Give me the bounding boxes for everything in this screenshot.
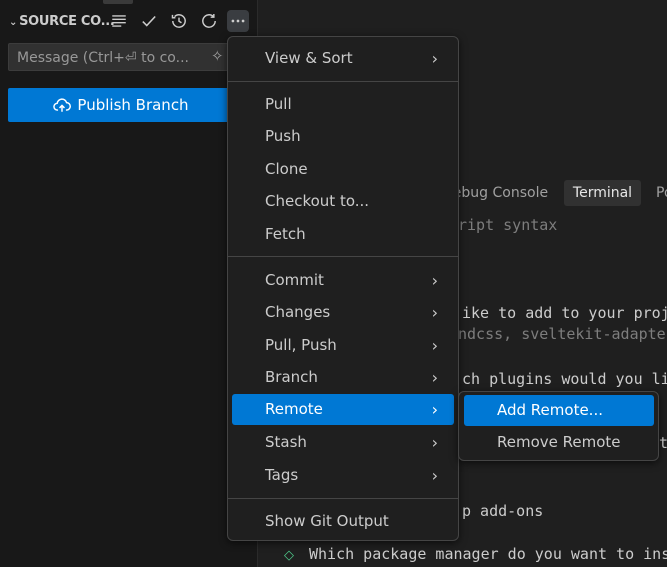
- menu-item-clone[interactable]: Clone: [232, 154, 454, 185]
- menu-item-remote[interactable]: Remote ›: [232, 394, 454, 425]
- remote-submenu: Add Remote... Remove Remote: [458, 391, 659, 461]
- menu-separator: [228, 81, 458, 82]
- menu-item-show-git-output[interactable]: Show Git Output: [232, 506, 454, 537]
- publish-branch-label: Publish Branch: [77, 96, 189, 114]
- diamond-icon: ◇: [284, 548, 294, 563]
- menu-item-pull-push[interactable]: Pull, Push ›: [232, 330, 454, 361]
- menu-item-stash[interactable]: Stash ›: [232, 427, 454, 458]
- submenu-item-label: Add Remote...: [497, 401, 603, 419]
- chevron-right-icon: ›: [431, 271, 438, 290]
- menu-item-pull[interactable]: Pull: [232, 89, 454, 120]
- check-icon[interactable]: [138, 10, 160, 32]
- menu-item-checkout[interactable]: Checkout to...: [232, 186, 454, 217]
- menu-item-label: Fetch: [265, 225, 306, 243]
- terminal-line: p add-ons: [462, 502, 544, 520]
- terminal-line: ript syntax: [458, 216, 558, 234]
- menu-item-label: View & Sort: [265, 49, 353, 67]
- list-icon[interactable]: [108, 10, 130, 32]
- more-actions-menu: View & Sort › Pull Push Clone Checkout t…: [227, 36, 459, 541]
- chevron-right-icon: ›: [431, 336, 438, 355]
- terminal-line: ike to add to your proje: [462, 304, 667, 322]
- menu-item-label: Pull, Push: [265, 336, 337, 354]
- menu-item-commit[interactable]: Commit ›: [232, 265, 454, 296]
- menu-item-label: Tags: [265, 466, 299, 484]
- menu-item-label: Commit: [265, 271, 324, 289]
- menu-item-label: Changes: [265, 303, 331, 321]
- menu-item-tags[interactable]: Tags ›: [232, 460, 454, 491]
- menu-item-label: Clone: [265, 160, 308, 178]
- commit-message-input[interactable]: Message (Ctrl+⏎ to co...: [8, 43, 234, 71]
- submenu-item-add-remote[interactable]: Add Remote...: [464, 395, 654, 426]
- submenu-item-label: Remove Remote: [497, 433, 621, 451]
- sparkle-icon[interactable]: ✧: [211, 47, 224, 65]
- refresh-icon[interactable]: [198, 10, 220, 32]
- chevron-right-icon: ›: [431, 49, 438, 68]
- source-control-sidebar: ⌄ SOURCE CO... Message (Ctrl+⏎ to co... ✧…: [0, 0, 258, 567]
- source-control-title-text: SOURCE CO...: [19, 14, 115, 29]
- menu-item-label: Remote: [265, 400, 323, 418]
- menu-item-label: Checkout to...: [265, 192, 370, 210]
- menu-item-changes[interactable]: Changes ›: [232, 297, 454, 328]
- menu-item-fetch[interactable]: Fetch: [232, 219, 454, 250]
- terminal-line: ndcss, sveltekit-adapter: [458, 325, 667, 343]
- chevron-down-icon: ⌄: [9, 17, 18, 28]
- tab-ports[interactable]: Po: [656, 180, 667, 206]
- terminal-line: Which package manager do you want to ins: [309, 545, 667, 563]
- menu-item-branch[interactable]: Branch ›: [232, 362, 454, 393]
- terminal-line: t: [659, 434, 667, 452]
- chevron-right-icon: ›: [431, 303, 438, 322]
- chevron-right-icon: ›: [431, 368, 438, 387]
- menu-separator: [228, 256, 458, 257]
- commit-message-placeholder: Message (Ctrl+⏎ to co...: [17, 50, 189, 66]
- submenu-item-remove-remote[interactable]: Remove Remote: [464, 427, 654, 458]
- chevron-right-icon: ›: [431, 400, 438, 419]
- menu-item-label: Pull: [265, 95, 292, 113]
- tab-terminal[interactable]: Terminal: [564, 180, 641, 206]
- menu-item-label: Push: [265, 127, 301, 145]
- terminal-line: ch plugins would you lik: [462, 370, 667, 388]
- chevron-right-icon: ›: [431, 466, 438, 485]
- publish-branch-button[interactable]: Publish Branch: [8, 88, 234, 122]
- more-actions-icon[interactable]: [227, 10, 249, 32]
- menu-separator: [228, 498, 458, 499]
- menu-item-view-sort[interactable]: View & Sort ›: [232, 43, 454, 74]
- menu-item-label: Show Git Output: [265, 512, 389, 530]
- history-icon[interactable]: [168, 10, 190, 32]
- menu-item-label: Stash: [265, 433, 307, 451]
- chevron-right-icon: ›: [431, 433, 438, 452]
- source-control-header: ⌄ SOURCE CO...: [0, 0, 257, 44]
- source-control-title[interactable]: ⌄ SOURCE CO...: [9, 14, 115, 29]
- menu-item-push[interactable]: Push: [232, 121, 454, 152]
- cloud-upload-icon: [53, 98, 72, 112]
- menu-item-label: Branch: [265, 368, 318, 386]
